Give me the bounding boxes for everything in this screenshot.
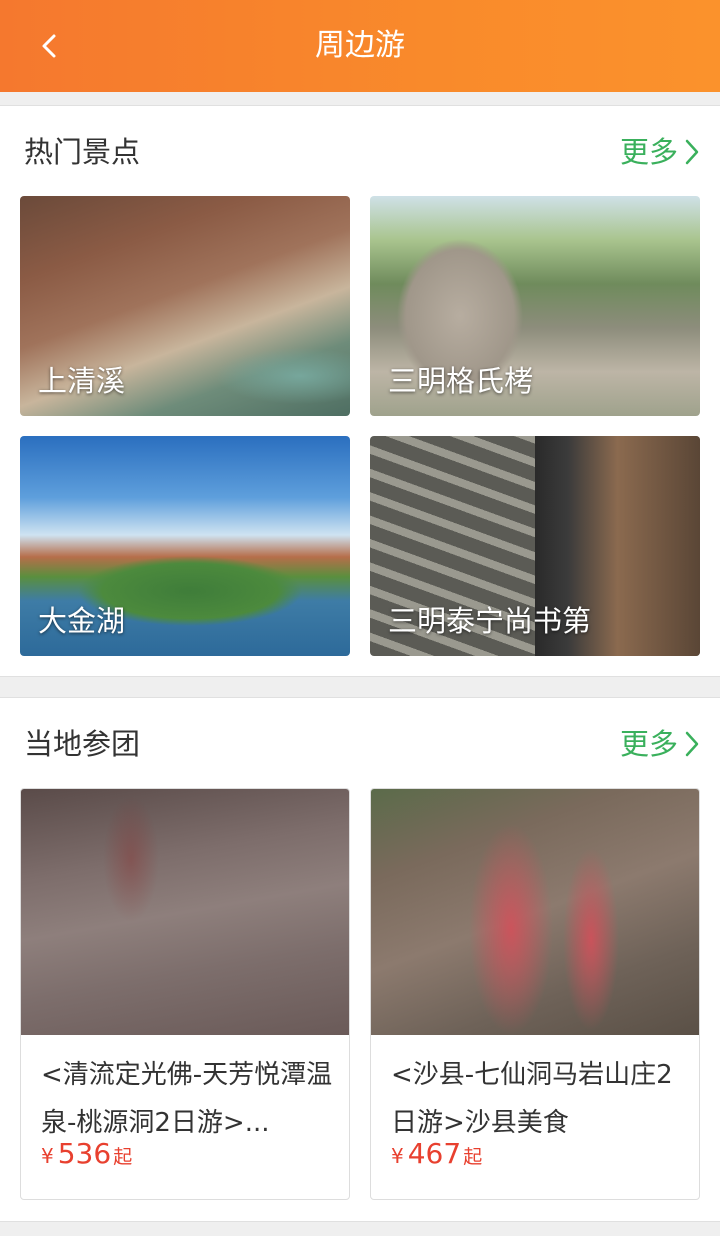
- tour-name: <清流定光佛-天芳悦潭温泉-桃源洞2日游>...: [41, 1060, 333, 1138]
- hot-spots-more-link[interactable]: 更多: [620, 128, 700, 176]
- price-value: 467: [407, 1137, 462, 1170]
- tour-name: <沙县-七仙洞马岩山庄2日游>沙县美食: [391, 1060, 673, 1138]
- more-label: 更多: [619, 135, 678, 169]
- local-tours-more-link[interactable]: 更多: [620, 720, 700, 768]
- tour-image: [21, 789, 349, 1035]
- chevron-right-icon: [685, 139, 699, 165]
- hot-spots-section: 热门景点 更多 上清溪 三明格氏栲 大金湖 三明泰宁尚书第: [0, 105, 720, 677]
- top-app-bar: 周边游: [0, 0, 720, 92]
- spot-card[interactable]: 大金湖: [20, 436, 350, 656]
- currency-symbol: ¥: [391, 1144, 404, 1168]
- more-label: 更多: [619, 727, 678, 761]
- price-value: 536: [57, 1137, 112, 1170]
- tour-price: ¥ 536 起: [41, 1137, 132, 1170]
- tour-card[interactable]: <清流定光佛-天芳悦潭温泉-桃源洞2日游>... ¥ 536 起: [20, 788, 350, 1200]
- spot-name: 三明泰宁尚书第: [388, 604, 592, 638]
- currency-symbol: ¥: [41, 1144, 54, 1168]
- spot-card[interactable]: 三明泰宁尚书第: [370, 436, 700, 656]
- price-suffix: 起: [113, 1146, 133, 1168]
- chevron-right-icon: [685, 731, 699, 757]
- local-tours-title: 当地参团: [24, 727, 141, 761]
- tour-price: ¥ 467 起: [391, 1137, 482, 1170]
- spot-name: 大金湖: [38, 604, 126, 638]
- price-suffix: 起: [463, 1146, 483, 1168]
- spot-card[interactable]: 三明格氏栲: [370, 196, 700, 416]
- spot-name: 三明格氏栲: [388, 364, 534, 398]
- spot-card[interactable]: 上清溪: [20, 196, 350, 416]
- page-title: 周边游: [315, 28, 405, 63]
- spot-name: 上清溪: [38, 364, 126, 398]
- hot-spots-title: 热门景点: [24, 135, 141, 169]
- local-tours-section: 当地参团 更多 <清流定光佛-天芳悦潭温泉-桃源洞2日游>... ¥ 536 起…: [0, 697, 720, 1222]
- tour-card[interactable]: <沙县-七仙洞马岩山庄2日游>沙县美食 ¥ 467 起: [370, 788, 700, 1200]
- tour-image: [371, 789, 699, 1035]
